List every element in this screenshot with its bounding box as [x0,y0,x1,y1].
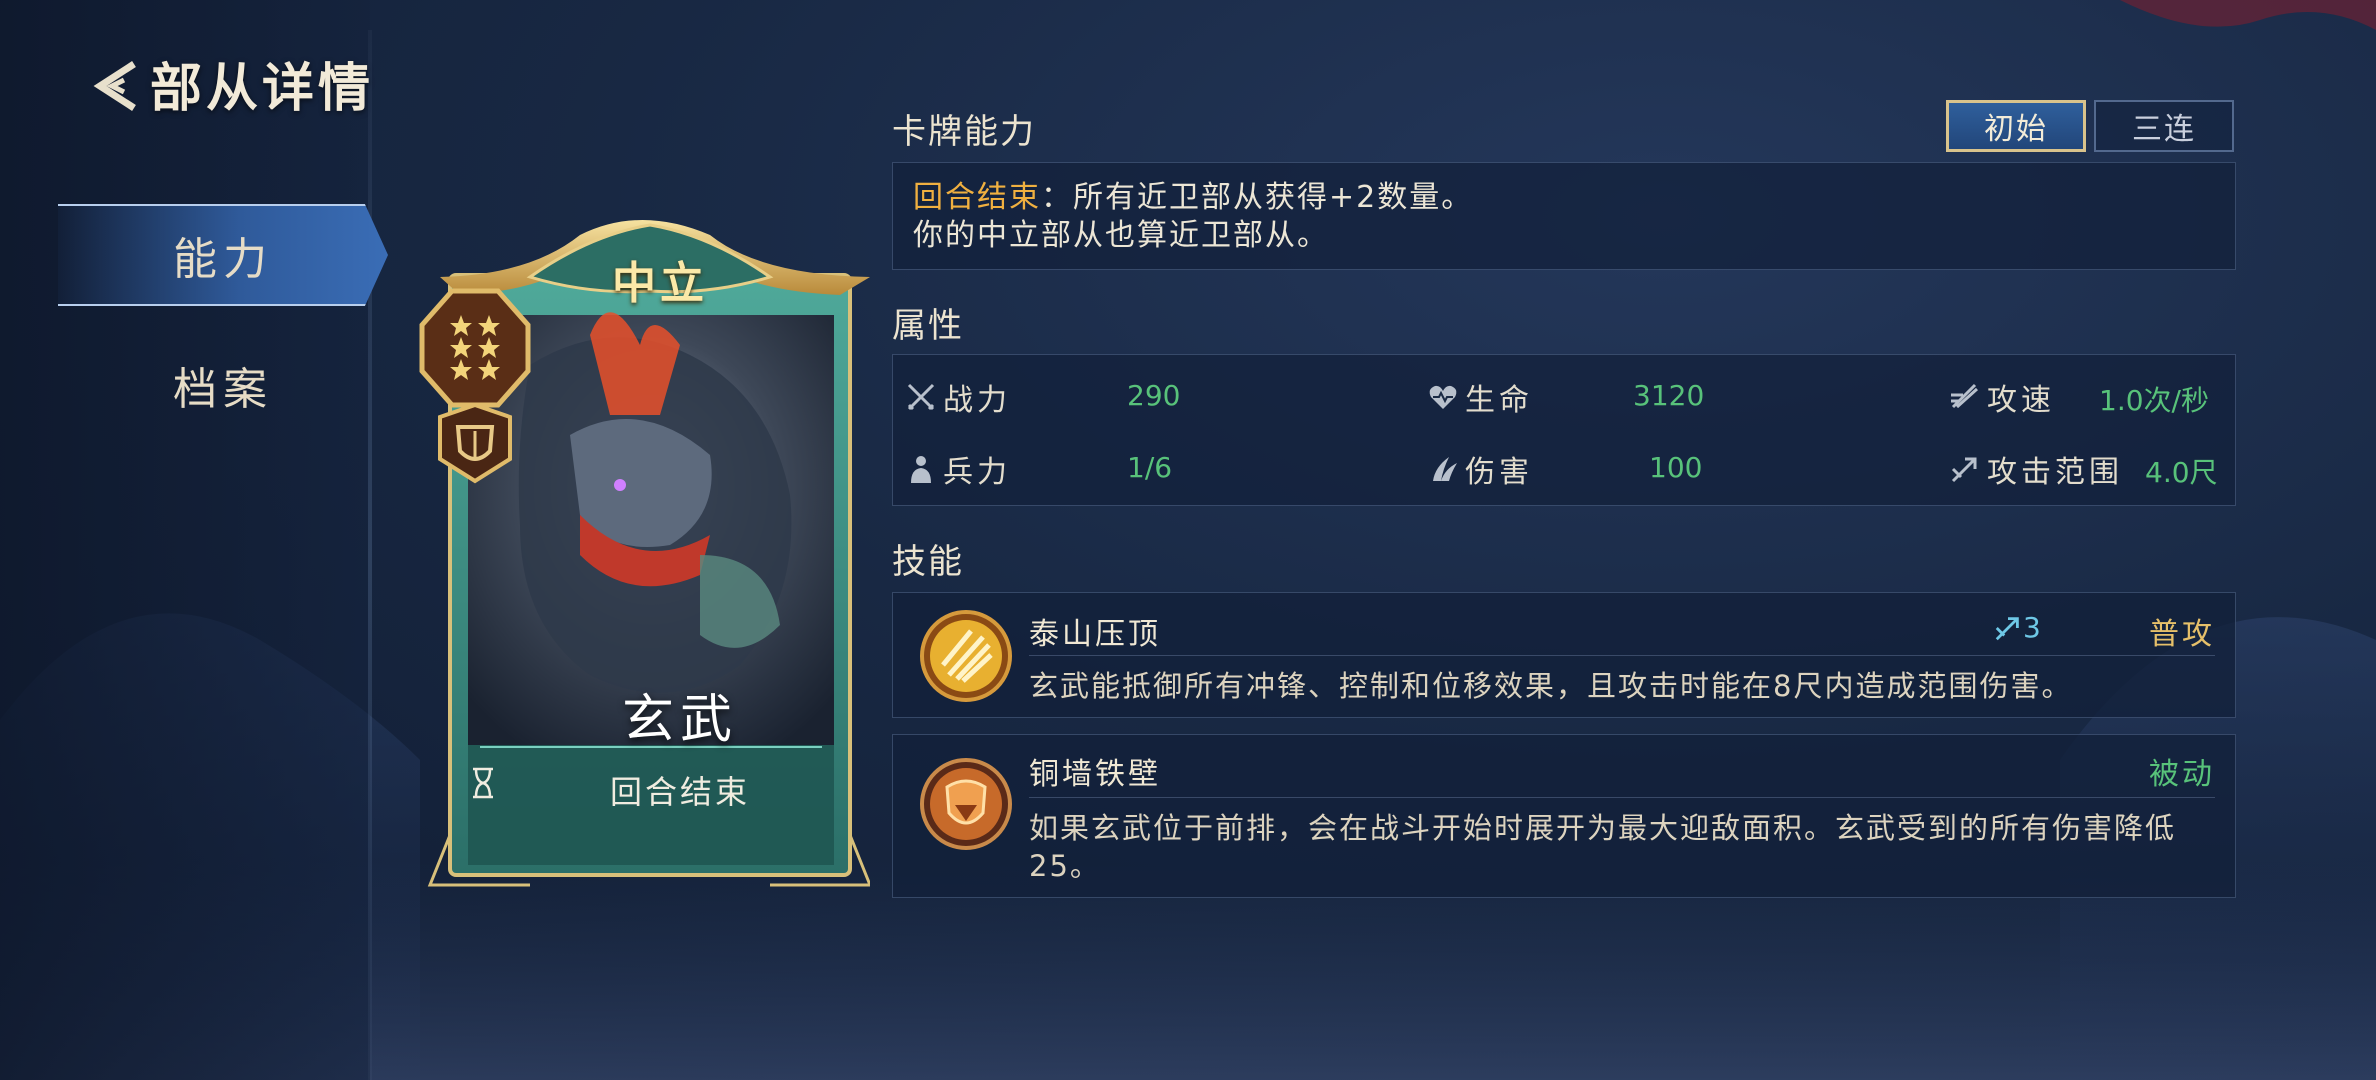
version-triple-button[interactable]: 三连 [2094,100,2234,152]
unit-card: 中立 玄武 回合结束 [410,195,870,895]
ability-text: ：所有近卫部从获得+2数量。 [1041,180,1474,215]
stat-value: 100 [1649,451,1703,484]
skill-item: 铜墙铁壁 被动 如果玄武位于前排，会在战斗开始时展开为最大迎敌面积。玄武受到的所… [892,734,2236,898]
skill-type-tag: 被动 [2149,757,2215,792]
star-rating-icon [450,315,500,380]
stat-value: 290 [1127,379,1181,412]
divider [1029,655,2215,656]
stat-label: 兵力 [943,455,1011,490]
stat-label: 生命 [1465,383,1533,418]
ability-line-1: 回合结束：所有近卫部从获得+2数量。 [913,179,2235,217]
skill-type-tag: 普攻 [2149,617,2215,652]
card-trigger-label: 回合结束 [609,773,750,811]
ability-section-title: 卡牌能力 [892,112,1036,152]
version-initial-button[interactable]: 初始 [1946,100,2086,152]
stat-troops: 兵力 [905,447,1011,491]
shield-icon [920,758,1012,850]
range-arrow-icon [1951,457,1977,483]
stat-label: 攻击范围 [1987,455,2123,490]
troop-icon [911,456,931,483]
tab-label: 能力 [173,234,273,285]
stat-label: 攻速 [1987,383,2055,418]
stat-damage: 伤害 [1427,447,1533,491]
page-title: 部从详情 [150,59,375,119]
hourglass-icon [473,767,493,799]
skill-item: 泰山压顶 3 普攻 玄武能抵御所有冲锋、控制和位移效果，且攻击时能在8尺内造成范… [892,592,2236,718]
stat-value: 1.0次/秒 [2099,384,2209,417]
card-trigger: 回合结束 [470,767,890,813]
heart-icon [1429,385,1457,409]
ability-line-2: 你的中立部从也算近卫部从。 [913,218,1329,253]
skill-description: 如果玄武位于前排，会在战斗开始时展开为最大迎敌面积。玄武受到的所有伤害降低25。 [1029,811,2177,883]
tab-label: 档案 [173,364,273,415]
back-arrow-icon [93,60,136,111]
stat-value: 3120 [1633,379,1705,412]
ability-box: 回合结束：所有近卫部从获得+2数量。 你的中立部从也算近卫部从。 [892,162,2236,270]
crossed-swords-icon [907,383,935,411]
tab-archive[interactable]: 档案 [58,336,388,434]
fan-burst-icon [920,610,1012,702]
skill-name: 铜墙铁壁 [1029,757,1161,792]
skill-name: 泰山压顶 [1029,617,1161,652]
card-faction: 中立 [612,258,708,309]
skill-range-value: 3 [2023,611,2041,644]
stat-power: 战力 [905,375,1011,419]
tab-ability[interactable]: 能力 [58,204,388,306]
speed-icon [1951,383,1979,409]
skill-description: 玄武能抵御所有冲锋、控制和位移效果，且攻击时能在8尺内造成范围伤害。 [1029,669,2073,703]
attributes-section-title: 属性 [892,306,964,346]
claw-icon [1433,457,1457,481]
skill-range: 3 [1993,611,2041,644]
stat-attack-speed: 攻速 [1949,375,2055,419]
stat-range: 攻击范围 [1949,447,2123,491]
back-button[interactable]: 部从详情 [86,46,374,121]
divider [1029,797,2215,798]
stat-label: 伤害 [1465,455,1533,490]
card-name: 玄武 [621,690,738,750]
divider [368,30,372,1080]
stat-value: 1/6 [1127,451,1173,484]
range-arrow-icon [1995,616,2019,640]
left-nav-panel [0,0,370,1080]
stat-value: 4.0尺 [2145,456,2218,489]
attributes-box: 战力 290 生命 3120 攻速 1.0次/秒 兵力 1/6 伤害 100 攻… [892,354,2236,506]
version-label: 三连 [2132,112,2196,147]
stat-label: 战力 [943,383,1011,418]
ability-trigger-highlight: 回合结束 [913,180,1041,215]
version-label: 初始 [1984,112,2048,147]
stat-hp: 生命 [1427,375,1533,419]
skills-section-title: 技能 [892,542,964,582]
